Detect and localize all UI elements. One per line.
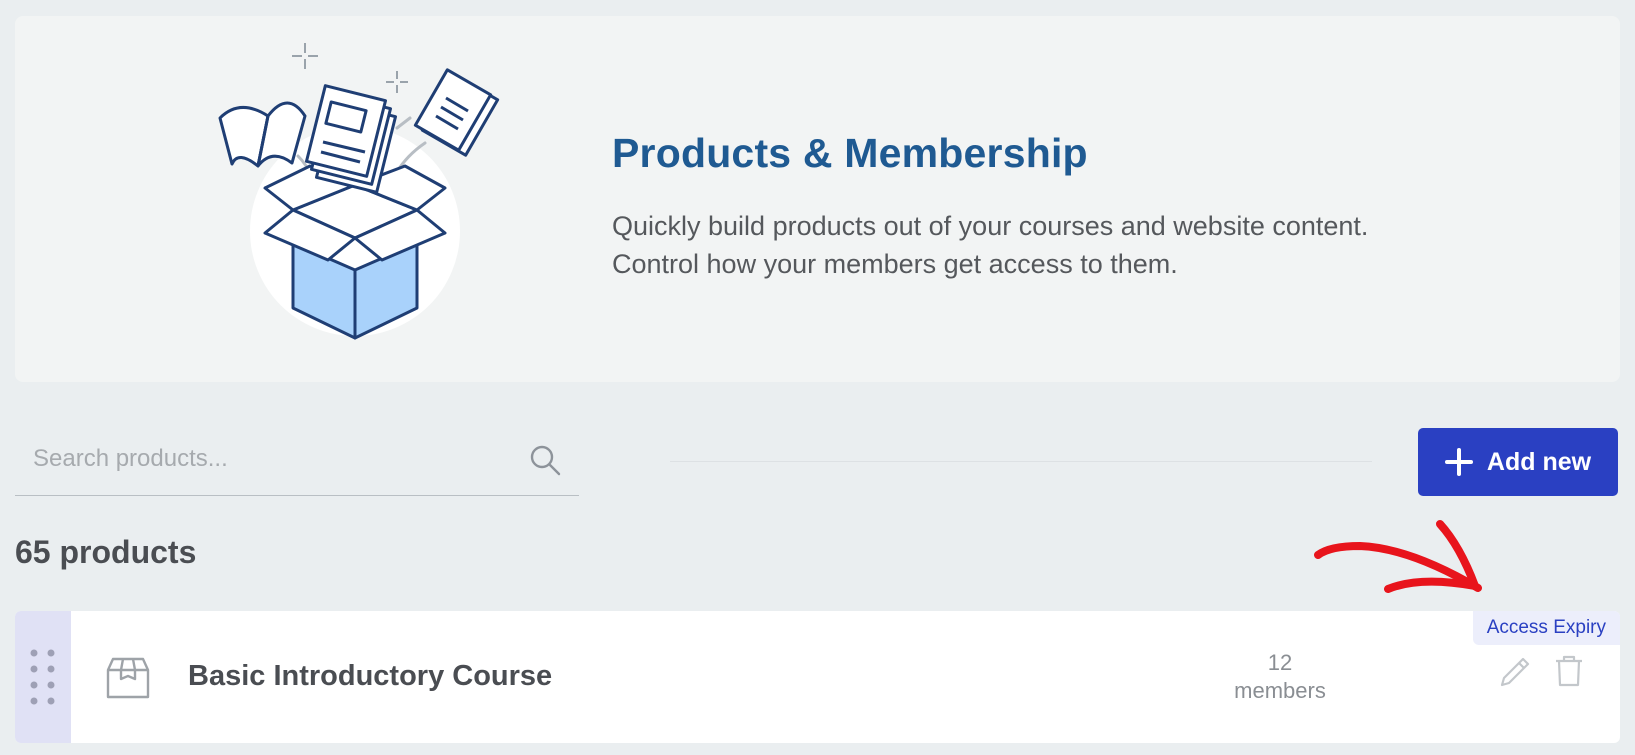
search-icon[interactable]	[529, 444, 561, 476]
add-new-label: Add new	[1486, 447, 1592, 476]
members-count: 12 members	[1205, 649, 1355, 705]
open-box-illustration-icon	[218, 43, 500, 340]
hero-banner: Products & Membership Quickly build prod…	[15, 16, 1620, 382]
members-label: members	[1234, 678, 1326, 703]
access-expiry-badge: Access Expiry	[1472, 611, 1620, 645]
page-title: Products & Membership	[612, 130, 1088, 176]
search-bar	[15, 428, 579, 496]
page-description: Quickly build products out of your cours…	[612, 211, 1369, 279]
arrow-annotation-icon	[1314, 520, 1482, 593]
drag-handle[interactable]	[15, 611, 71, 743]
trash-icon[interactable]	[1553, 654, 1585, 688]
add-new-button[interactable]: Add new	[1418, 428, 1618, 496]
members-number: 12	[1267, 650, 1293, 675]
plus-icon	[1444, 448, 1473, 476]
products-count: 65 products	[15, 534, 197, 570]
product-row[interactable]: Basic Introductory Course 12 members Acc…	[15, 611, 1620, 743]
toolbar-divider	[670, 461, 1372, 462]
drag-handle-icon	[30, 649, 55, 705]
search-input[interactable]	[33, 438, 513, 480]
pencil-icon[interactable]	[1498, 655, 1532, 689]
product-name[interactable]: Basic Introductory Course	[188, 660, 552, 693]
product-box-icon	[106, 657, 150, 699]
